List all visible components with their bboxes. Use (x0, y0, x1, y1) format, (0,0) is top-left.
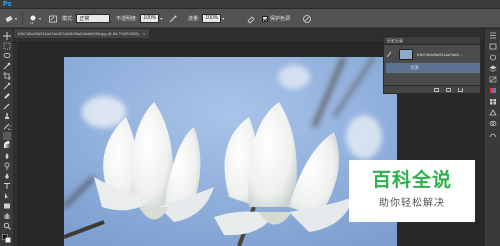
pressure-opacity-icon (169, 15, 177, 22)
mode-value: 正常 (79, 16, 90, 22)
flow-control: 流量: 100% ▾ (188, 9, 224, 28)
paths-icon[interactable] (489, 131, 497, 138)
ruler-vertical (14, 43, 19, 246)
pressure-size-icon (303, 14, 311, 23)
history-panel-title: 历史记录 (387, 38, 403, 43)
document-tab[interactable]: b3b7d0a26d911ad7ab2b7a54b36a2d6de848d.jp… (14, 29, 150, 38)
opacity-value: 100% (143, 15, 157, 21)
eraser-tool-icon (5, 15, 13, 22)
type-tool-icon[interactable] (3, 182, 11, 190)
snapshot-thumbnail (399, 48, 413, 60)
history-state-label: 打开 (411, 65, 419, 70)
shape-tool-icon[interactable] (3, 202, 11, 210)
watermark-subtitle: 助你轻松解决 (379, 198, 445, 209)
layers-icon[interactable] (489, 65, 497, 72)
protect-tones-option[interactable]: 保护色调 (262, 9, 290, 28)
quick-select-tool-icon[interactable] (3, 62, 11, 70)
history-brush-source-icon[interactable] (387, 51, 392, 57)
history-panel-footer (384, 85, 480, 93)
blur-tool-icon[interactable] (3, 152, 11, 160)
marquee-tool-icon[interactable] (3, 42, 11, 50)
airbrush-icon (247, 15, 255, 24)
styles-icon[interactable] (489, 109, 497, 116)
brush-preset-icon: 13 (30, 15, 36, 24)
flow-value: 100% (205, 15, 219, 21)
protect-tones-label: 保护色调 (270, 16, 291, 22)
history-state-row[interactable]: 打开 (386, 63, 480, 73)
history-panel-header[interactable]: 历史记录 (384, 37, 480, 45)
color-swatches-icon[interactable] (2, 234, 11, 243)
tool-preset-picker[interactable]: ▾ (4, 9, 17, 28)
protect-tones-checkbox[interactable] (262, 15, 268, 22)
dodge-tool-icon[interactable] (3, 162, 11, 170)
history-panel: 历史记录 b3b7d0a26d911ad7ab2... 打开 (383, 36, 481, 94)
camera-snapshot-icon[interactable] (446, 88, 451, 92)
new-document-from-state-icon[interactable] (434, 88, 439, 92)
chevron-down-icon[interactable]: ▾ (222, 16, 224, 21)
swatches-icon[interactable] (489, 98, 497, 105)
options-bar: ▾ 13 ▾ 模式: 正常 不透明度: 100% ▾ 流量: 100% ▾ 保护… (0, 9, 500, 28)
document-tab-title: b3b7d0a26d911ad7ab2b7a54b36a2d6de848d.jp… (18, 31, 139, 36)
snapshot-label: b3b7d0a26d911ad7ab2... (417, 51, 463, 57)
color-icon[interactable] (489, 87, 497, 94)
opacity-control: 不透明度: 100% ▾ (116, 9, 162, 28)
panel-menu-icon[interactable] (489, 32, 497, 39)
channels-icon[interactable] (489, 120, 497, 127)
tools-panel (0, 29, 14, 246)
mode-control: 模式: 正常 (62, 9, 111, 28)
flow-input[interactable]: 100% (202, 14, 222, 23)
menu-bar: Ps (0, 0, 500, 9)
divider (22, 12, 23, 25)
history-panel-icon[interactable] (489, 43, 497, 50)
brush-panel-icon (49, 15, 57, 22)
move-tool-icon[interactable] (3, 32, 11, 40)
adjustments-icon[interactable] (489, 76, 497, 83)
pressure-size-button[interactable] (302, 9, 312, 28)
gradient-tool-icon[interactable] (3, 142, 11, 150)
clone-stamp-tool-icon[interactable] (3, 112, 11, 120)
history-brush-tool-icon[interactable] (3, 122, 11, 130)
pen-tool-icon[interactable] (3, 172, 11, 180)
watermark-badge: 百科全说 助你轻松解决 (349, 160, 475, 222)
chevron-down-icon[interactable]: ▾ (160, 16, 162, 21)
flow-label: 流量: (188, 16, 200, 22)
eraser-tool-selected[interactable] (3, 132, 11, 146)
magnolia-photo (64, 57, 397, 246)
brush-panel-toggle[interactable] (48, 9, 58, 28)
close-icon[interactable]: × (143, 31, 145, 36)
eyedropper-tool-icon[interactable] (3, 82, 11, 90)
history-snapshot-row[interactable]: b3b7d0a26d911ad7ab2... (386, 47, 480, 61)
path-selection-tool-icon[interactable] (3, 192, 11, 200)
document-canvas-image[interactable] (64, 57, 397, 246)
airbrush-button[interactable] (246, 9, 256, 28)
brush-picker[interactable]: 13 ▾ (28, 9, 41, 28)
watermark-title: 百科全说 (371, 169, 452, 191)
hand-tool-icon[interactable] (3, 212, 11, 220)
trash-icon[interactable] (458, 88, 463, 92)
opacity-input[interactable]: 100% (140, 14, 160, 23)
healing-brush-tool-icon[interactable] (3, 92, 11, 100)
pressure-opacity-button[interactable] (168, 9, 178, 28)
mode-select[interactable]: 正常 (76, 14, 111, 23)
opacity-label: 不透明度: (116, 16, 138, 22)
mode-label: 模式: (62, 16, 74, 22)
brush-tool-icon[interactable] (3, 102, 11, 110)
lasso-tool-icon[interactable] (3, 52, 11, 60)
app-logo[interactable]: Ps (3, 0, 12, 9)
zoom-tool-icon[interactable] (3, 222, 11, 230)
svg-text:13: 13 (30, 21, 34, 24)
properties-icon[interactable] (489, 54, 497, 61)
right-panel-dock (484, 29, 500, 246)
crop-tool-icon[interactable] (3, 72, 11, 80)
